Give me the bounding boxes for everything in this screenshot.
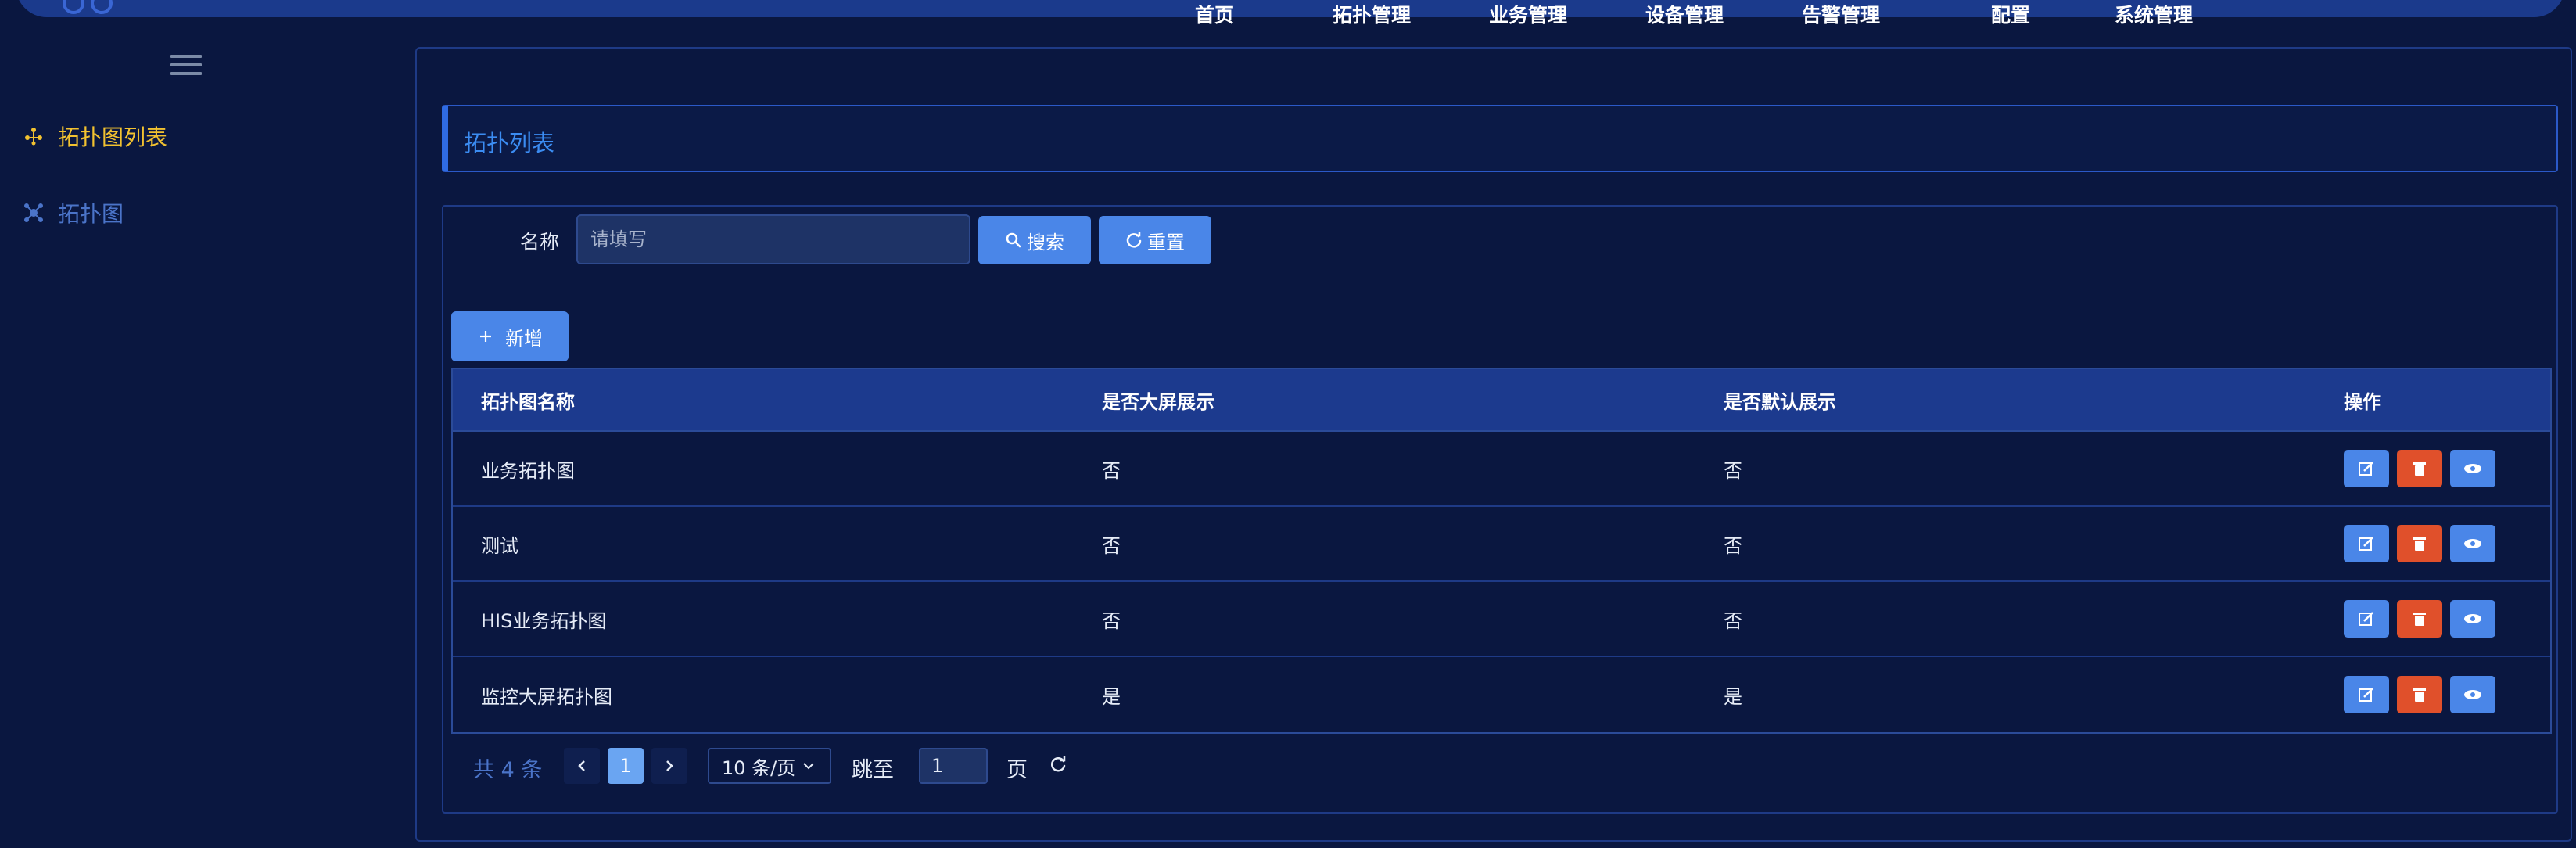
jump-to-label: 跳至	[852, 758, 894, 782]
cell-default: 否	[1724, 459, 1742, 482]
search-icon	[1006, 232, 1021, 248]
table-row: HIS业务拓扑图 否 否	[453, 582, 2550, 657]
edit-icon	[2359, 688, 2373, 702]
column-header-bigscreen: 是否大屏展示	[1102, 390, 1214, 413]
eye-icon	[2464, 464, 2481, 473]
sidebar-item-topology-graph[interactable]: 拓扑图	[23, 197, 124, 228]
chevron-left-icon	[578, 760, 585, 771]
edit-icon	[2359, 462, 2373, 476]
nav-item-business[interactable]: 业务管理	[1489, 0, 1567, 28]
total-count: 共 4 条	[473, 758, 543, 782]
cell-topology-name: HIS业务拓扑图	[481, 609, 607, 632]
column-header-default: 是否默认展示	[1724, 390, 1836, 413]
page-unit-label: 页	[1006, 758, 1028, 782]
view-button[interactable]	[2450, 525, 2495, 562]
view-button[interactable]	[2450, 676, 2495, 713]
view-button[interactable]	[2450, 600, 2495, 638]
view-button[interactable]	[2450, 450, 2495, 487]
sidebar: 拓扑图列表 拓扑图	[0, 17, 375, 848]
edit-button[interactable]	[2344, 600, 2389, 638]
nav-item-device[interactable]: 设备管理	[1645, 0, 1724, 28]
nav-item-config[interactable]: 配置	[1991, 0, 2030, 28]
eye-icon	[2464, 539, 2481, 548]
nav-item-system[interactable]: 系统管理	[2115, 0, 2193, 28]
page-title: 拓扑列表	[464, 130, 555, 156]
cell-bigscreen: 否	[1102, 459, 1121, 482]
cell-bigscreen: 否	[1102, 534, 1121, 557]
cell-default: 否	[1724, 609, 1742, 632]
top-menu: 首页 拓扑管理 业务管理 设备管理 告警管理 配置 系统管理	[16, 0, 2565, 27]
sidebar-item-label: 拓扑图列表	[58, 124, 168, 150]
cell-default: 是	[1724, 685, 1742, 708]
next-page-button[interactable]	[651, 748, 687, 784]
delete-button[interactable]	[2397, 450, 2442, 487]
cell-default: 否	[1724, 534, 1742, 557]
edit-button[interactable]	[2344, 450, 2389, 487]
cell-bigscreen: 是	[1102, 685, 1121, 708]
table-header: 拓扑图名称 是否大屏展示 是否默认展示 操作	[453, 369, 2550, 432]
pagination: 共 4 条 1 10 条/页 跳至 页	[473, 745, 1177, 784]
topology-table: 拓扑图名称 是否大屏展示 是否默认展示 操作 业务拓扑图 否 否 测试 否 否 …	[451, 368, 2552, 734]
search-button[interactable]: 搜索	[978, 216, 1091, 264]
row-actions	[2344, 450, 2495, 487]
cell-topology-name: 业务拓扑图	[481, 459, 575, 482]
main-content: 拓扑列表 名称 搜索 重置 新增 拓扑图名称	[415, 47, 2572, 842]
search-name-input[interactable]	[576, 214, 970, 264]
reset-button-label: 重置	[1147, 231, 1185, 253]
jump-page-input[interactable]	[919, 748, 988, 784]
section-header: 拓扑列表	[442, 105, 2558, 172]
delete-button[interactable]	[2397, 676, 2442, 713]
column-header-name: 拓扑图名称	[481, 390, 575, 413]
nav-item-topology[interactable]: 拓扑管理	[1333, 0, 1411, 28]
edit-icon	[2359, 612, 2373, 626]
table-row: 测试 否 否	[453, 507, 2550, 582]
search-name-label: 名称	[520, 231, 560, 253]
top-navigation-bar: 首页 拓扑管理 业务管理 设备管理 告警管理 配置 系统管理	[16, 0, 2565, 27]
nav-item-home[interactable]: 首页	[1195, 0, 1234, 28]
chevron-right-icon	[666, 760, 673, 771]
page-size-select[interactable]: 10 条/页	[708, 748, 831, 784]
column-header-actions: 操作	[2344, 390, 2381, 413]
row-actions	[2344, 600, 2495, 638]
row-actions	[2344, 676, 2495, 713]
edit-button[interactable]	[2344, 525, 2389, 562]
eye-icon	[2464, 614, 2481, 623]
chevron-down-icon	[803, 763, 814, 770]
list-panel: 名称 搜索 重置 新增 拓扑图名称 是否大屏展示	[442, 205, 2558, 814]
prev-page-button[interactable]	[564, 748, 600, 784]
delete-button[interactable]	[2397, 600, 2442, 638]
table-row: 监控大屏拓扑图 是 是	[453, 657, 2550, 732]
edit-icon	[2359, 537, 2373, 551]
delete-button[interactable]	[2397, 525, 2442, 562]
add-button-label: 新增	[505, 327, 543, 350]
reset-button[interactable]: 重置	[1099, 216, 1211, 264]
trash-icon	[2413, 462, 2426, 476]
eye-icon	[2464, 690, 2481, 699]
page-number-button[interactable]: 1	[608, 748, 644, 784]
trash-icon	[2413, 613, 2426, 626]
table-row: 业务拓扑图 否 否	[453, 432, 2550, 507]
sidebar-item-label: 拓扑图	[58, 201, 124, 227]
nav-item-alarm[interactable]: 告警管理	[1802, 0, 1880, 28]
cell-topology-name: 监控大屏拓扑图	[481, 685, 612, 708]
trash-icon	[2413, 537, 2426, 551]
edit-button[interactable]	[2344, 676, 2389, 713]
refresh-icon	[1126, 232, 1142, 248]
sidebar-item-topology-list[interactable]: 拓扑图列表	[23, 120, 167, 152]
refresh-icon[interactable]	[1049, 756, 1067, 774]
trash-icon	[2413, 688, 2426, 702]
cell-bigscreen: 否	[1102, 609, 1121, 632]
search-button-label: 搜索	[1027, 231, 1064, 253]
row-actions	[2344, 525, 2495, 562]
cell-topology-name: 测试	[481, 534, 518, 557]
plus-icon	[480, 331, 491, 342]
menu-toggle-icon[interactable]	[170, 55, 202, 78]
page-size-value: 10 条/页	[722, 756, 796, 779]
add-button[interactable]: 新增	[451, 311, 569, 361]
topology-graph-icon	[24, 203, 43, 222]
topology-list-icon	[25, 128, 42, 146]
